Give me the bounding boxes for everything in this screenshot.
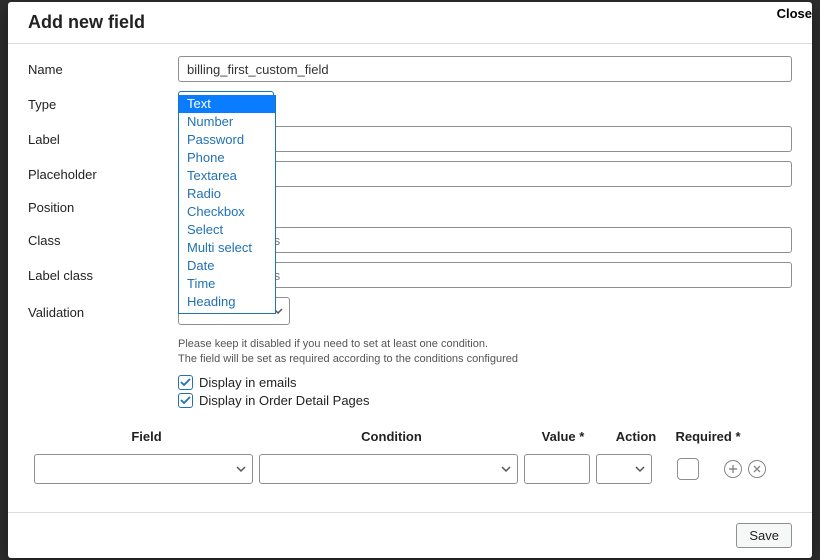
save-button[interactable]: Save [736, 523, 792, 548]
type-option-select[interactable]: Select [179, 221, 275, 239]
label-position: Position [28, 200, 178, 215]
condition-row [28, 454, 792, 492]
label-label: Label [28, 132, 178, 147]
chevron-down-icon [236, 464, 246, 474]
conditions-header-action: Action [602, 429, 670, 444]
condition-field-select[interactable] [34, 454, 253, 484]
type-option-date[interactable]: Date [179, 257, 275, 275]
remove-condition-icon[interactable] [748, 460, 766, 478]
conditions-header-value: Value * [524, 429, 602, 444]
type-option-checkbox[interactable]: Checkbox [179, 203, 275, 221]
name-input[interactable] [178, 56, 792, 82]
conditions-header-condition: Condition [259, 429, 524, 444]
help-text-1: Please keep it disabled if you need to s… [178, 337, 792, 352]
type-option-multi-select[interactable]: Multi select [179, 239, 275, 257]
chevron-down-icon [501, 464, 511, 474]
type-option-textarea[interactable]: Textarea [179, 167, 275, 185]
conditions-header-row: Field Condition Value * Action Required … [28, 411, 792, 454]
modal-body: Name Type Text Label Placeholder [8, 44, 812, 512]
conditions-header-field: Field [34, 429, 259, 444]
condition-required-checkbox[interactable] [677, 458, 699, 480]
type-option-text[interactable]: Text [179, 95, 275, 113]
display-emails-checkbox[interactable] [178, 375, 193, 390]
condition-condition-select[interactable] [259, 454, 518, 484]
label-placeholder: Placeholder [28, 167, 178, 182]
chevron-down-icon [635, 464, 645, 474]
type-option-password[interactable]: Password [179, 131, 275, 149]
display-order-pages-label: Display in Order Detail Pages [199, 393, 370, 408]
display-emails-label: Display in emails [199, 375, 297, 390]
type-option-number[interactable]: Number [179, 113, 275, 131]
condition-value-input[interactable] [524, 454, 590, 484]
display-order-pages-checkbox[interactable] [178, 393, 193, 408]
help-text-2: The field will be set as required accord… [178, 352, 792, 367]
conditions-header-required: Required * [670, 429, 746, 444]
modal-footer: Save [8, 512, 812, 558]
modal-title: Add new field [28, 12, 792, 33]
label-class: Class [28, 233, 178, 248]
type-option-heading[interactable]: Heading [179, 293, 275, 311]
modal-header: Add new field [8, 2, 812, 44]
type-option-time[interactable]: Time [179, 275, 275, 293]
type-option-radio[interactable]: Radio [179, 185, 275, 203]
label-name: Name [28, 62, 178, 77]
add-condition-icon[interactable] [724, 460, 742, 478]
type-option-phone[interactable]: Phone [179, 149, 275, 167]
label-label-class: Label class [28, 268, 178, 283]
label-validation: Validation [28, 305, 178, 320]
condition-action-select[interactable] [596, 454, 652, 484]
add-field-modal: Close Add new field Name Type Text Labe [8, 2, 812, 558]
label-type: Type [28, 97, 178, 112]
close-button[interactable]: Close [771, 2, 818, 25]
type-dropdown: Text Number Password Phone Textarea Radi… [178, 95, 276, 314]
